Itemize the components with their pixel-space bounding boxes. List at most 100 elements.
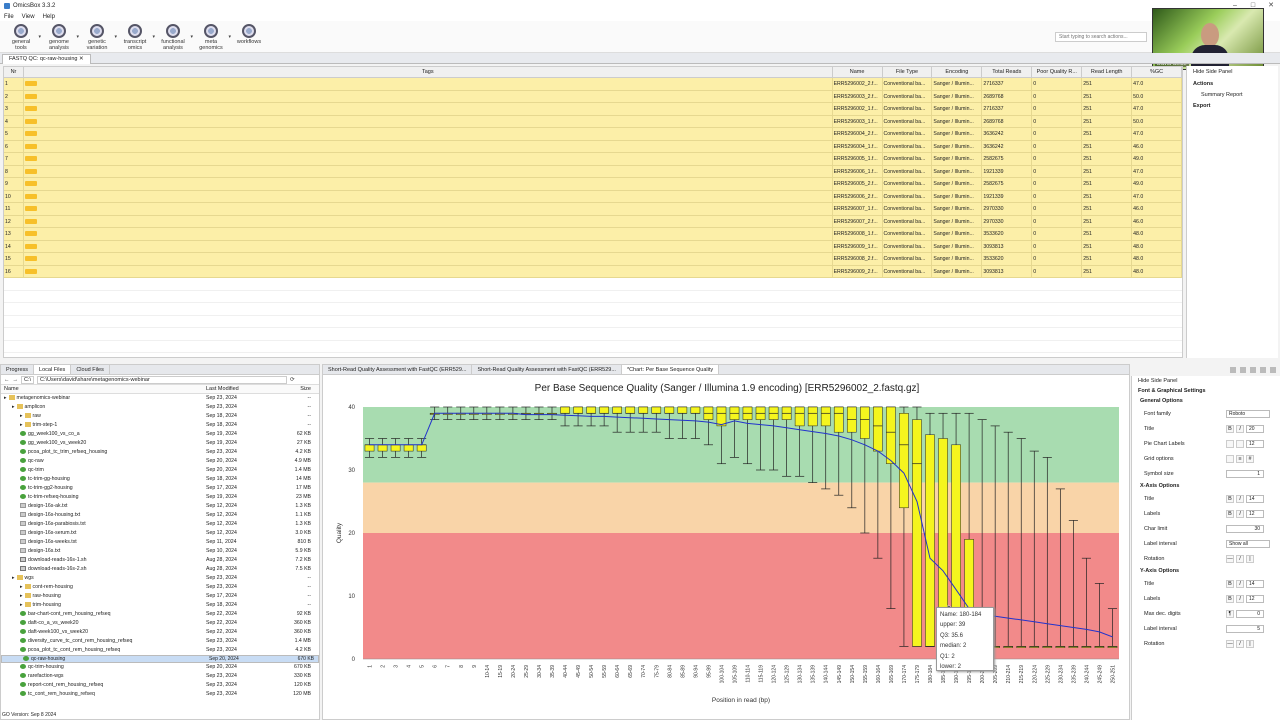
file-row[interactable]: ▸ trim-housing Sep 18, 2024 --: [1, 601, 319, 610]
bold-button[interactable]: B: [1226, 494, 1234, 503]
table-row[interactable]: 1 tag ERR5296002_2.f... Conventional ba... S…: [4, 78, 1182, 91]
export-heading[interactable]: Export: [1187, 100, 1278, 112]
table-row[interactable]: 9 tag ERR5296005_2.f... Conventional ba... S…: [4, 178, 1182, 191]
save-icon[interactable]: [1240, 366, 1246, 373]
col-size[interactable]: Size: [276, 385, 311, 393]
italic-button[interactable]: I: [1236, 509, 1244, 518]
bold-button[interactable]: [1226, 439, 1234, 448]
expand-arrow-icon[interactable]: ▸: [20, 602, 23, 608]
column-header[interactable]: Nr: [4, 67, 24, 77]
box-180-184[interactable]: [925, 412, 935, 647]
file-row[interactable]: tc-trim-gg-housing Sep 18, 2024 14 MB: [1, 475, 319, 484]
italic-button[interactable]: I: [1236, 594, 1244, 603]
table-row[interactable]: 7 tag ERR5296005_1.f... Conventional ba... S…: [4, 153, 1182, 166]
file-row[interactable]: tc-trim-gg2-housing Sep 17, 2024 17 MB: [1, 484, 319, 493]
bold-button[interactable]: B: [1226, 579, 1234, 588]
bold-button[interactable]: B: [1226, 594, 1234, 603]
toolbar-item[interactable]: transcript omics ▾: [118, 21, 155, 52]
table-row[interactable]: 2 tag ERR5296003_2.f... Conventional ba... S…: [4, 90, 1182, 103]
char-limit-input[interactable]: 30: [1226, 524, 1264, 533]
menu-help[interactable]: Help: [43, 14, 55, 20]
table-row[interactable]: 13 tag ERR5296008_1.f... Conventional ba...…: [4, 228, 1182, 241]
italic-button[interactable]: I: [1236, 579, 1244, 588]
table-row[interactable]: 16 tag ERR5296009_2.f... Conventional ba...…: [4, 265, 1182, 278]
expand-arrow-icon[interactable]: ▸: [12, 404, 15, 410]
file-row[interactable]: design-16s-housing.txt Sep 12, 2024 1.1 KB: [1, 511, 319, 520]
x-title-size-input[interactable]: 14: [1246, 494, 1264, 503]
export-icon[interactable]: [1230, 366, 1236, 373]
refresh-icon[interactable]: ⟳: [290, 377, 295, 383]
file-row[interactable]: tc_cont_rem_housing_refseq Sep 23, 2024 12…: [1, 690, 319, 699]
file-row[interactable]: qc-trim-housing Sep 20, 2024 670 KB: [1, 663, 319, 672]
rotate-vertical-icon[interactable]: |: [1246, 639, 1254, 648]
table-row[interactable]: 8 tag ERR5296006_1.f... Conventional ba... S…: [4, 165, 1182, 178]
file-row[interactable]: report-cont_rem_housing_refseq Sep 23, 20…: [1, 681, 319, 690]
table-row[interactable]: 12 tag ERR5296007_2.f... Conventional ba...…: [4, 215, 1182, 228]
file-row[interactable]: diversity_curve_tc_cont_rem_housing_refs…: [1, 637, 319, 646]
tab-cloud-files[interactable]: Cloud Files: [71, 365, 110, 374]
file-row[interactable]: qc-raw Sep 20, 2024 4.9 MB: [1, 457, 319, 466]
font-graphical-settings[interactable]: Font & Graphical Settings: [1132, 386, 1280, 396]
actions-heading[interactable]: Actions: [1187, 78, 1278, 90]
column-header[interactable]: Read Length: [1082, 67, 1133, 77]
file-row[interactable]: design-16s-serum.txt Sep 12, 2024 3.0 KB: [1, 529, 319, 538]
chevron-down-icon[interactable]: ▾: [228, 34, 231, 40]
chevron-down-icon[interactable]: ▾: [190, 34, 193, 40]
menu-file[interactable]: File: [4, 14, 14, 20]
path-input[interactable]: C:\Users\david\share\metagenomics-webina…: [37, 375, 288, 384]
box-175-179[interactable]: [912, 406, 922, 647]
hide-side-panel[interactable]: Hide Side Panel: [1187, 66, 1278, 78]
table-row[interactable]: 14 tag ERR5296009_1.f... Conventional ba...…: [4, 240, 1182, 253]
toolbar-item[interactable]: meta genomics ▾: [194, 21, 231, 52]
chevron-down-icon[interactable]: ▾: [38, 34, 41, 40]
symbol-size-input[interactable]: 1: [1226, 469, 1264, 478]
y-interval-input[interactable]: 5: [1226, 624, 1264, 633]
table-row[interactable]: 3 tag ERR5296002_1.f... Conventional ba... S…: [4, 103, 1182, 116]
rotate-horizontal-icon[interactable]: —: [1226, 639, 1234, 648]
file-row[interactable]: gg_week100_vs_co_a Sep 19, 2024 62 KB: [1, 430, 319, 439]
file-row[interactable]: bar-chart-cont_rem_housing_refseq Sep 22,…: [1, 610, 319, 619]
rotate-vertical-icon[interactable]: |: [1246, 554, 1254, 563]
italic-button[interactable]: I: [1236, 494, 1244, 503]
grid-horizontal-icon[interactable]: ≡: [1236, 454, 1244, 463]
rotate-diagonal-icon[interactable]: /: [1236, 639, 1244, 648]
file-row[interactable]: design-16s-weeks.txt Sep 11, 2024 810 B: [1, 538, 319, 547]
column-header[interactable]: Tags: [24, 67, 833, 77]
file-row[interactable]: ▸ raw Sep 18, 2024 --: [1, 412, 319, 421]
font-family-select[interactable]: Roboto: [1226, 409, 1270, 418]
file-row[interactable]: qc-raw-housing Sep 20, 2024 670 KB: [1, 655, 319, 663]
file-row[interactable]: daft-co_a_vs_week20 Sep 22, 2024 360 KB: [1, 619, 319, 628]
toolbar-item[interactable]: general tools ▾: [4, 21, 41, 52]
file-row[interactable]: ▸ trim-step-1 Sep 18, 2024 --: [1, 421, 319, 430]
expand-arrow-icon[interactable]: ▸: [20, 422, 23, 428]
table-row[interactable]: 4 tag ERR5296003_1.f... Conventional ba... S…: [4, 115, 1182, 128]
column-header[interactable]: File Type: [883, 67, 933, 77]
toolbar-item[interactable]: genome analysis ▾: [42, 21, 79, 52]
italic-button[interactable]: [1236, 439, 1244, 448]
file-row[interactable]: ▸ raw-housing Sep 17, 2024 --: [1, 592, 319, 601]
table-row[interactable]: 5 tag ERR5296004_2.f... Conventional ba... S…: [4, 128, 1182, 141]
table-row[interactable]: 11 tag ERR5296007_1.f... Conventional ba...…: [4, 203, 1182, 216]
column-header[interactable]: Encoding: [932, 67, 983, 77]
grid-full-icon[interactable]: #: [1246, 454, 1254, 463]
file-row[interactable]: download-reads-16s-2.sh Aug 28, 2024 7.5 K…: [1, 565, 319, 574]
decimal-icon[interactable]: ¶: [1226, 609, 1234, 618]
expand-arrow-icon[interactable]: ▸: [20, 593, 23, 599]
chevron-down-icon[interactable]: ▾: [152, 34, 155, 40]
grid-none-icon[interactable]: [1226, 454, 1234, 463]
table-row[interactable]: 6 tag ERR5296004_1.f... Conventional ba... S…: [4, 140, 1182, 153]
expand-arrow-icon[interactable]: ▸: [20, 584, 23, 590]
file-row[interactable]: ▸ metagenomics-webinar Sep 23, 2024 --: [1, 394, 319, 403]
column-header[interactable]: %GC: [1132, 67, 1182, 77]
y-labels-size-input[interactable]: 12: [1246, 594, 1264, 603]
tab-local-files[interactable]: Local Files: [34, 365, 72, 374]
col-name[interactable]: Name: [1, 385, 206, 393]
y-title-size-input[interactable]: 14: [1246, 579, 1264, 588]
file-row[interactable]: tc-trim-refseq-housing Sep 19, 2024 23 MB: [1, 493, 319, 502]
title-size-input[interactable]: 20: [1246, 424, 1264, 433]
file-row[interactable]: design-16s.txt Sep 10, 2024 5.9 KB: [1, 547, 319, 556]
zoom-icon[interactable]: [1260, 366, 1266, 373]
table-row[interactable]: 10 tag ERR5296006_2.f... Conventional ba...…: [4, 190, 1182, 203]
rotate-diagonal-icon[interactable]: /: [1236, 554, 1244, 563]
label-interval-select[interactable]: Show all: [1226, 539, 1270, 548]
